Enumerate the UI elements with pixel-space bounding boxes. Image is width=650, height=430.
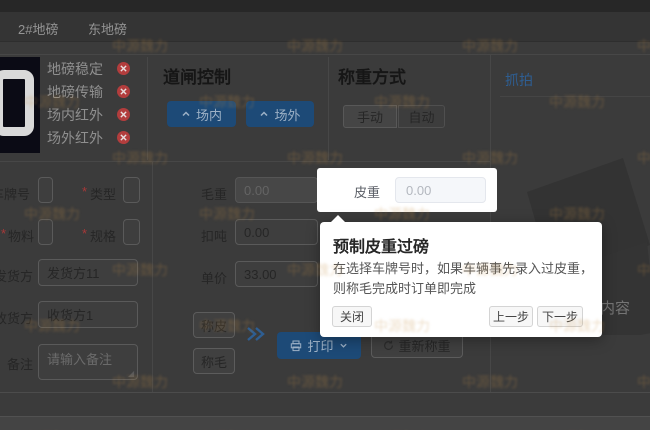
gross-weight-input[interactable] [235,177,318,203]
required-mark: * [1,226,6,241]
caret-down-icon [339,341,348,350]
reweigh-label: 重新称重 [398,336,450,355]
divider [0,161,490,162]
tour-prev-button[interactable]: 上一步 [489,306,533,327]
status-label: 地磅稳定 [47,61,103,77]
status-row-stable: 地磅稳定 [47,59,103,79]
divider [147,57,148,160]
footer-strip [0,416,650,430]
sender-label: 发货方 [0,266,33,285]
tour-popover: 预制皮重过磅 在选择车牌号时，如果车辆事先录入过皮重，则称毛完成时订单即完成 关… [320,222,602,337]
divider [0,54,650,55]
error-circle-icon [117,85,130,98]
type-select[interactable] [123,177,140,203]
weigh-tare-button[interactable]: 称皮 [193,312,235,338]
tour-title: 预制皮重过磅 [333,233,429,257]
capture-tab-underline [500,96,650,97]
weigh-mode-title: 称重方式 [338,63,406,88]
tab-capture[interactable]: 抓拍 [505,70,533,90]
receiver-input[interactable] [38,301,138,328]
watermark-text: 中源魏力 [549,92,605,112]
unit-price-label: 单价 [201,268,227,287]
error-circle-icon [117,131,130,144]
double-arrow-right-icon [245,325,267,343]
remark-label: 备注 [7,354,33,373]
mode-manual-button[interactable]: 手动 [343,105,397,128]
watermark-text: 中源魏力 [287,148,343,168]
app-window: 2#地磅 东地磅 地磅稳定 地磅传输 场内红外 场外红外 道闸控制 场内 [0,0,650,430]
status-row-infrared-out: 场外红外 [47,128,103,148]
window-top-strip [0,0,650,12]
spec-select[interactable] [123,219,140,245]
status-row-transfer: 地磅传输 [47,82,103,102]
gate-outside-button[interactable]: 场外 [246,101,314,127]
gate-inside-button[interactable]: 场内 [167,101,236,127]
gate-inside-label: 场内 [196,105,222,124]
unit-price-input[interactable] [235,261,318,287]
status-row-infrared-in: 场内红外 [47,105,103,125]
chevron-up-icon [181,109,191,119]
watermark-text: 中源魏力 [637,372,650,392]
required-mark: * [82,184,87,199]
print-label: 打印 [307,336,333,355]
divider [328,57,329,160]
watermark-text: 中源魏力 [112,148,168,168]
tour-description: 在选择车牌号时，如果车辆事先录入过皮重，则称毛完成时订单即完成 [333,259,593,299]
mode-auto-button[interactable]: 自动 [398,105,445,128]
sender-input[interactable] [38,259,138,286]
receiver-label: 收货方 [0,308,33,327]
status-label: 场外红外 [47,130,103,146]
deduct-label: 扣吨 [201,226,227,245]
tab-scale-east[interactable]: 东地磅 [88,19,127,38]
gross-weight-label: 毛重 [201,184,227,203]
plate-label: 车牌号 [0,184,30,203]
refresh-icon [383,340,394,351]
scale-tab-bar: 2#地磅 东地磅 [0,12,650,42]
tour-highlight-tare-field: 皮重 [317,168,497,212]
gate-control-title: 道闸控制 [163,63,231,88]
error-circle-icon [117,62,130,75]
divider [152,161,153,392]
tab-scale-2[interactable]: 2#地磅 [18,19,58,38]
deduct-input[interactable] [235,219,318,245]
tare-label: 皮重 [354,182,380,201]
status-label: 场内红外 [47,107,103,123]
remark-textarea[interactable] [38,344,138,380]
gate-outside-label: 场外 [274,105,300,124]
required-mark: * [82,226,87,241]
status-label: 地磅传输 [47,84,103,100]
error-circle-icon [117,108,130,121]
tour-next-button[interactable]: 下一步 [537,306,583,327]
material-label: 物料 [8,226,34,245]
popover-arrow-icon [330,215,346,223]
tour-close-button[interactable]: 关闭 [332,306,372,327]
chevron-up-icon [259,109,269,119]
tare-input[interactable] [395,177,486,203]
plate-input[interactable] [38,177,53,203]
weigh-gross-button[interactable]: 称毛 [193,348,235,374]
divider [0,392,650,393]
weight-led-display [0,57,40,153]
textarea-resize-handle[interactable]: ◢ [128,369,134,378]
type-label: 类型 [90,184,116,203]
watermark-text: 中源魏力 [287,372,343,392]
led-digit-zero [0,70,34,136]
spec-label: 规格 [90,226,116,245]
material-select[interactable] [38,219,53,245]
printer-icon [290,340,302,352]
